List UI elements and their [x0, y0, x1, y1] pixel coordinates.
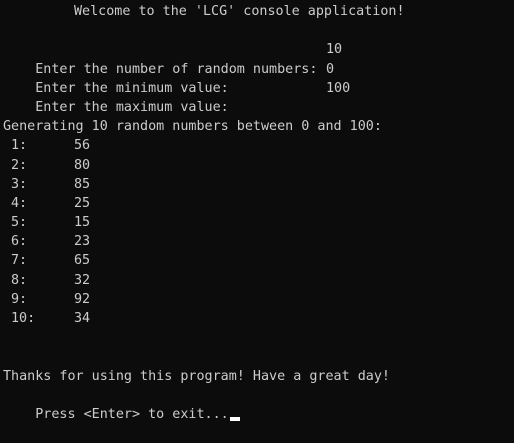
prompt-label: Enter the maximum value: — [35, 99, 229, 115]
result-value: 65 — [74, 253, 91, 269]
result-index: 7: — [11, 253, 28, 269]
result-row: 3: 85 — [3, 175, 514, 194]
result-index: 9: — [11, 291, 28, 307]
result-row: 8: 32 — [3, 271, 514, 290]
result-row: 1: 56 — [3, 136, 514, 155]
result-row: 2: 80 — [3, 156, 514, 175]
result-row: 4: 25 — [3, 194, 514, 213]
prompt-row-max: Enter the maximum value: 100 — [3, 79, 514, 115]
result-index: 2: — [11, 157, 28, 173]
prompt-value: 10 — [326, 42, 343, 58]
prompt-value: 100 — [326, 80, 351, 96]
result-index: 1: — [11, 138, 28, 154]
prompt-value: 0 — [326, 61, 335, 77]
exit-prompt-row[interactable]: Press <Enter> to exit... — [3, 386, 514, 422]
thanks-message: Thanks for using this program! Have a gr… — [3, 368, 390, 384]
result-value: 15 — [74, 215, 91, 231]
result-value: 80 — [74, 157, 91, 173]
result-row: 9: 92 — [3, 290, 514, 309]
console-window[interactable]: Welcome to the 'LCG' console application… — [0, 0, 514, 422]
result-value: 25 — [74, 195, 91, 211]
result-index: 10: — [11, 311, 36, 326]
result-index: 8: — [11, 272, 28, 288]
result-index: 6: — [11, 234, 28, 250]
result-row: 5: 15 — [3, 213, 514, 232]
generating-message: Generating 10 random numbers between 0 a… — [3, 119, 382, 135]
result-row: 6: 23 — [3, 232, 514, 251]
result-value: 32 — [74, 272, 91, 288]
result-value: 85 — [74, 176, 91, 192]
result-index: 4: — [11, 195, 28, 211]
text-cursor — [229, 416, 240, 421]
result-value: 92 — [74, 291, 91, 307]
result-row: 10: 34 — [3, 309, 514, 328]
result-index: 3: — [11, 176, 28, 192]
welcome-title: Welcome to the 'LCG' console application… — [74, 4, 405, 19]
result-value: 23 — [74, 234, 91, 250]
result-value: 56 — [74, 138, 91, 154]
exit-prompt: Press <Enter> to exit... — [35, 406, 229, 422]
prompt-row-count: Enter the number of random numbers: 10 — [3, 40, 514, 76]
result-value: 34 — [74, 311, 91, 326]
result-row: 7: 65 — [3, 251, 514, 270]
prompt-row-min: Enter the minimum value: 0 — [3, 60, 514, 96]
result-index: 5: — [11, 215, 28, 231]
